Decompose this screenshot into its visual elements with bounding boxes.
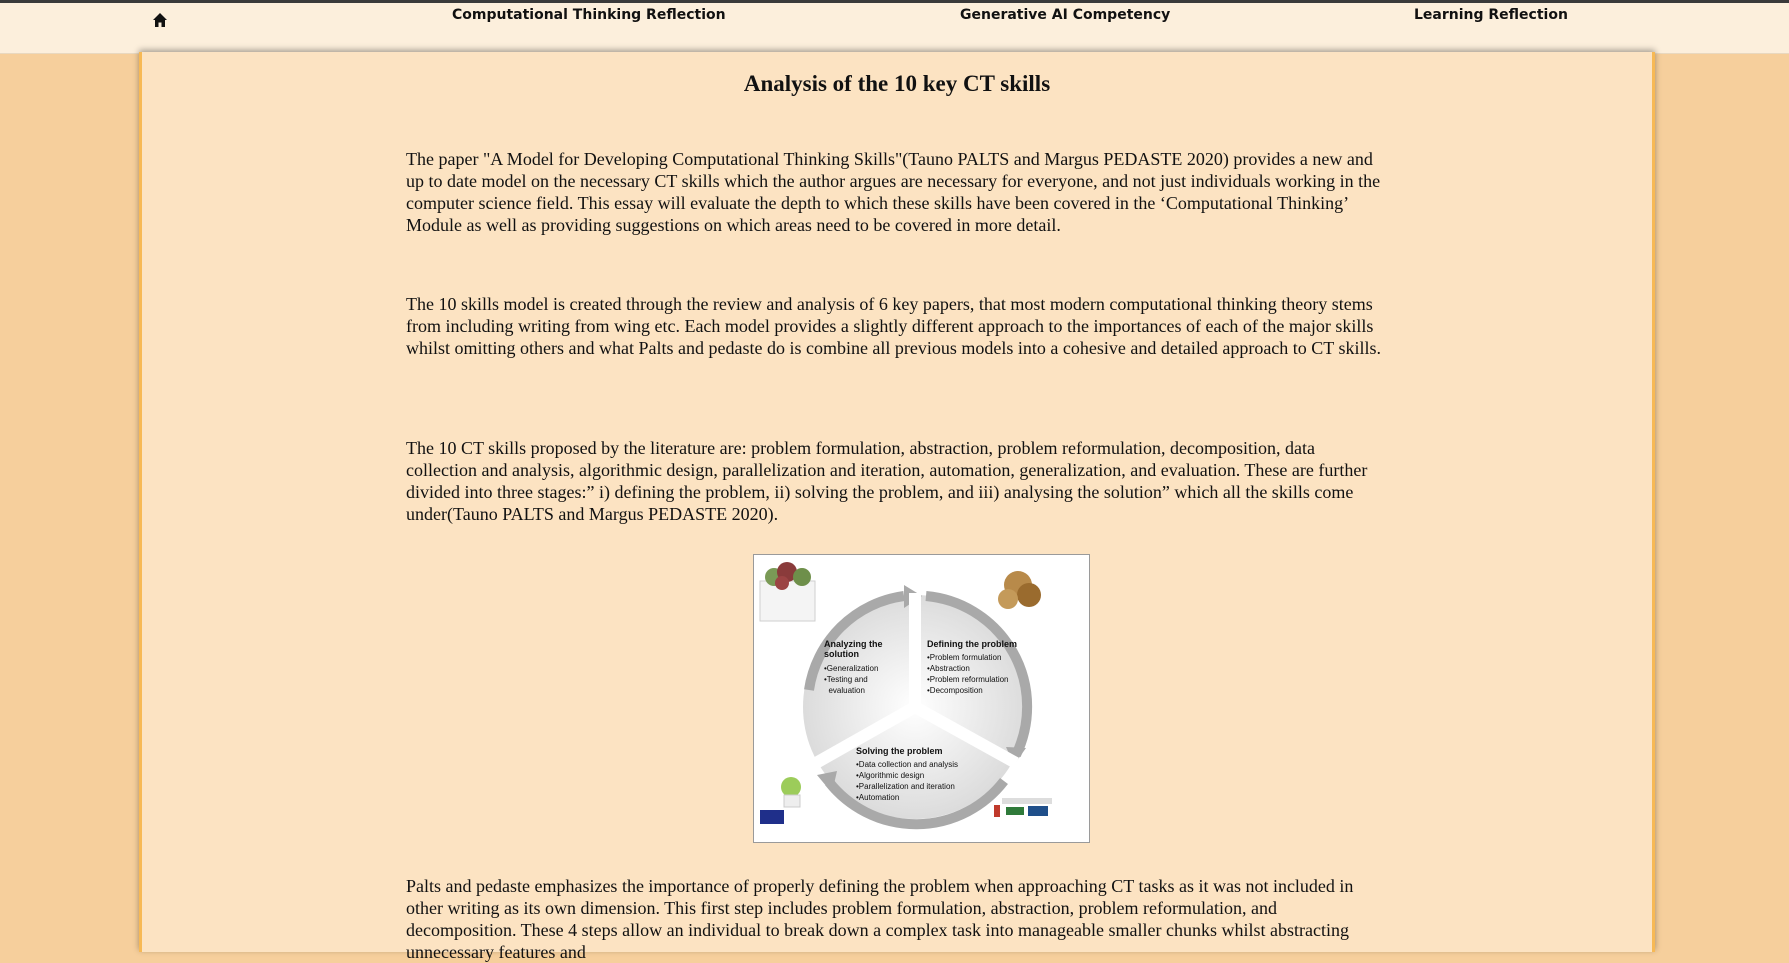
svg-text:•Algorithmic design: •Algorithmic design — [856, 771, 924, 780]
home-icon[interactable] — [150, 10, 170, 30]
paragraph-skills: The 10 CT skills proposed by the literat… — [406, 438, 1368, 524]
svg-text:•Automation: •Automation — [856, 793, 899, 802]
ct-skills-cycle-figure: Analyzing the solution •Generalization •… — [753, 554, 1090, 843]
main-content: Analysis of the 10 key CT skills The pap… — [139, 52, 1655, 962]
plant-illustration-top-left — [759, 562, 816, 622]
svg-text:•Data collection and analysis: •Data collection and analysis — [856, 760, 958, 769]
svg-text:•Problem formulation: •Problem formulation — [927, 653, 1001, 662]
svg-text:•Problem reformulation: •Problem reformulation — [927, 675, 1009, 684]
svg-text:•Testing and: •Testing and — [824, 675, 868, 684]
svg-text:•Parallelization and iteration: •Parallelization and iteration — [856, 782, 955, 791]
svg-text:•Abstraction: •Abstraction — [927, 664, 970, 673]
paragraph-model: The 10 skills model is created through t… — [406, 294, 1381, 358]
page-title: Analysis of the 10 key CT skills — [743, 71, 1051, 96]
electronics-illustration-bottom-right — [994, 798, 1052, 817]
svg-text:Solving the problem: Solving the problem — [856, 746, 943, 756]
svg-text:Analyzing the: Analyzing the — [824, 639, 883, 649]
svg-text:•Generalization: •Generalization — [824, 664, 878, 673]
nav-link-learning-reflection[interactable]: Learning Reflection — [1414, 7, 1568, 23]
svg-text:Defining the problem: Defining the problem — [927, 639, 1017, 649]
svg-text:solution: solution — [824, 649, 859, 659]
paragraph-defining-problem: Palts and pedaste emphasizes the importa… — [406, 876, 1354, 962]
svg-text:evaluation: evaluation — [824, 686, 865, 695]
svg-text:•Decomposition: •Decomposition — [927, 686, 983, 695]
navigation-bar: Computational Thinking Reflection Genera… — [0, 3, 1789, 54]
paragraph-intro: The paper "A Model for Developing Comput… — [406, 149, 1381, 235]
nav-link-generative-ai-competency[interactable]: Generative AI Competency — [960, 7, 1170, 23]
nav-link-computational-thinking-reflection[interactable]: Computational Thinking Reflection — [452, 7, 726, 23]
sensor-illustration-bottom-left — [760, 777, 801, 824]
plant-illustration-top-right — [998, 571, 1041, 609]
